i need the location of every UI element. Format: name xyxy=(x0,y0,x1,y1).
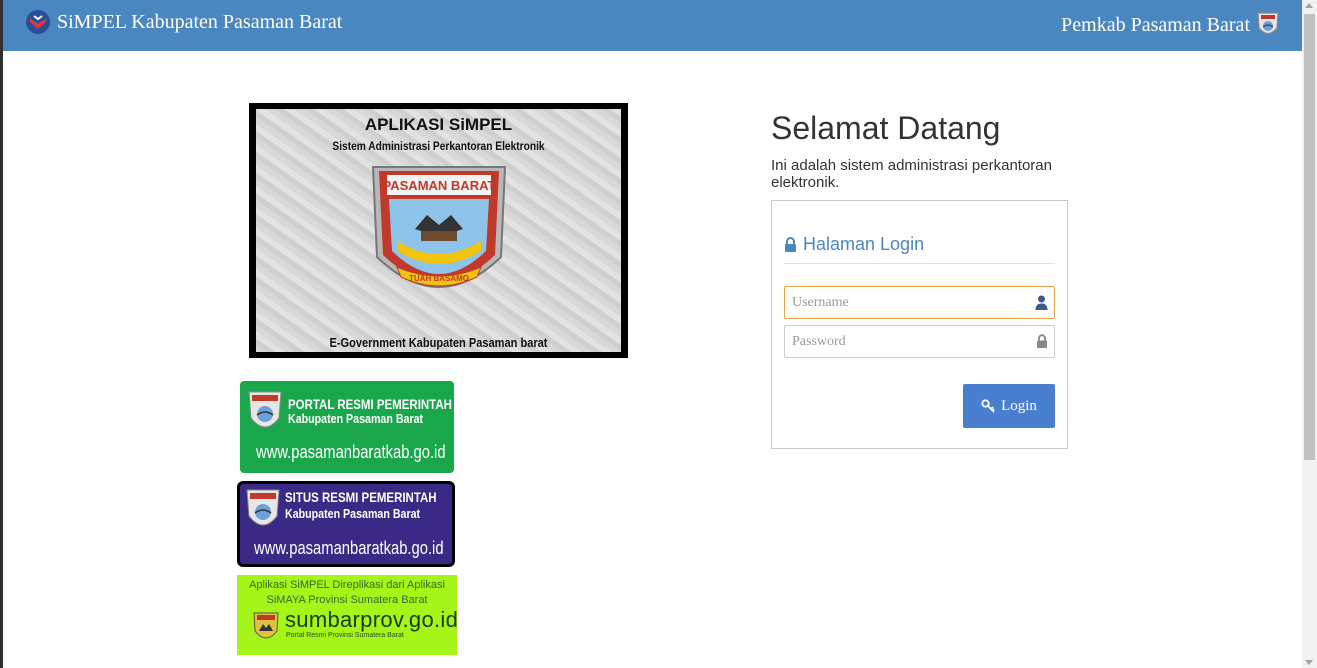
brand-title: SiMPEL Kabupaten Pasaman Barat xyxy=(57,10,343,33)
scrollbar-thumb[interactable] xyxy=(1304,14,1315,460)
portal2-url: www.pasamanbaratkab.go.id xyxy=(254,538,444,558)
lock-icon xyxy=(785,237,796,252)
portal3-url: sumbarprov.go.id xyxy=(285,607,459,632)
navbar-brand[interactable]: SiMPEL Kabupaten Pasaman Barat xyxy=(25,9,342,35)
navbar-right-text: Pemkab Pasaman Barat xyxy=(1061,13,1250,36)
user-icon xyxy=(1035,295,1048,310)
sumbar-crest-icon xyxy=(253,612,279,639)
portal3-line1: Aplikasi SiMPEL Direplikasi dari Aplikas… xyxy=(249,579,445,591)
portal2-line2: Kabupaten Pasaman Barat xyxy=(285,506,421,521)
top-navbar: SiMPEL Kabupaten Pasaman Barat Pemkab Pa… xyxy=(3,0,1302,51)
password-field[interactable] xyxy=(784,325,1055,358)
page-scrollbar[interactable] xyxy=(1302,0,1317,668)
crest-icon xyxy=(248,391,282,428)
situs-resmi-banner-link[interactable]: SITUS RESMI PEMERINTAH Kabupaten Pasaman… xyxy=(237,481,455,567)
login-button[interactable]: Login xyxy=(963,384,1055,428)
scroll-down-arrow-icon[interactable] xyxy=(1305,660,1313,665)
portal2-line1: SITUS RESMI PEMERINTAH xyxy=(285,489,437,505)
banner-subtitle: Sistem Administrasi Perkantoran Elektron… xyxy=(332,139,545,153)
login-panel-header: Halaman Login xyxy=(784,234,924,255)
welcome-description: Ini adalah sistem administrasi perkantor… xyxy=(771,157,1052,191)
window-left-edge xyxy=(0,0,3,668)
banner-footer: E-Government Kabupaten Pasaman barat xyxy=(329,335,548,350)
login-button-label: Login xyxy=(1001,397,1037,414)
key-icon xyxy=(981,399,995,413)
username-input[interactable] xyxy=(785,287,1054,318)
password-input[interactable] xyxy=(785,326,1054,357)
crest-icon xyxy=(1257,12,1279,35)
login-panel-title: Halaman Login xyxy=(803,234,925,254)
emblem-top-text: PASAMAN BARAT xyxy=(383,178,496,193)
crest-icon xyxy=(246,489,280,526)
portal1-url: www.pasamanbaratkab.go.id xyxy=(256,442,446,462)
portal-resmi-banner-link[interactable]: PORTAL RESMI PEMERINTAH Kabupaten Pasama… xyxy=(240,381,454,473)
navbar-right[interactable]: Pemkab Pasaman Barat xyxy=(1061,10,1280,40)
lock-icon xyxy=(1037,334,1047,348)
banner-title: APLIKASI SiMPEL xyxy=(364,115,513,134)
portal1-line2: Kabupaten Pasaman Barat xyxy=(288,411,424,426)
page-title: Selamat Datang xyxy=(771,110,1001,146)
simpel-banner-image: APLIKASI SiMPEL Sistem Administrasi Perk… xyxy=(249,103,628,358)
username-field[interactable] xyxy=(784,286,1055,319)
emblem-ribbon-text: TUAH BASAMO xyxy=(409,274,469,283)
sumbarprov-banner-link[interactable]: Aplikasi SiMPEL Direplikasi dari Aplikas… xyxy=(237,575,459,655)
scroll-up-arrow-icon[interactable] xyxy=(1305,3,1313,8)
portal3-sub: Portal Resmi Provinsi Sumatera Barat xyxy=(286,632,404,639)
panel-divider xyxy=(784,263,1055,264)
pasaman-barat-emblem-icon: PASAMAN BARAT TUAH BASAMO xyxy=(371,166,507,288)
login-panel: Halaman Login Login xyxy=(771,200,1068,449)
portal1-line1: PORTAL RESMI PEMERINTAH xyxy=(288,396,452,412)
portal3-line2: SiMAYA Provinsi Sumatera Barat xyxy=(266,594,428,606)
shield-logo-icon xyxy=(26,10,50,34)
